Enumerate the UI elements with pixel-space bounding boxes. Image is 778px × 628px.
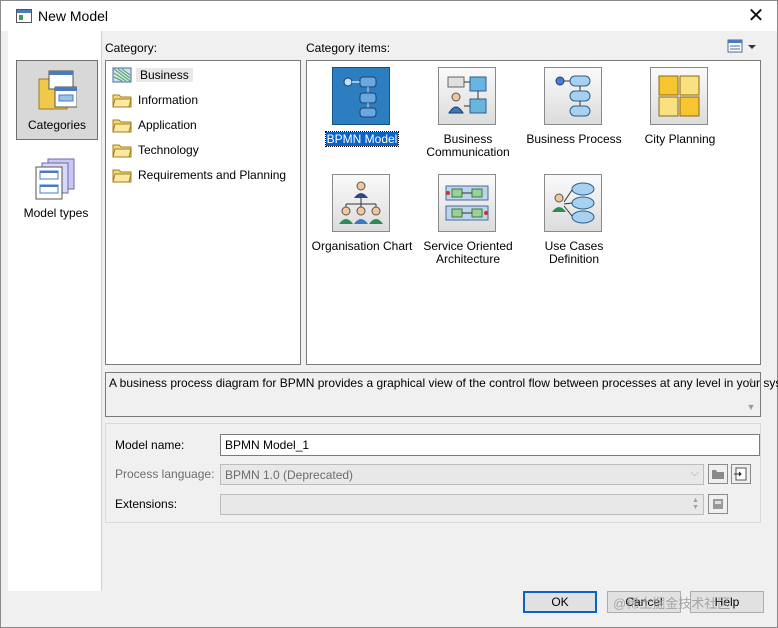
category-items-panel: BPMN Model Business Communication Busine… [306, 60, 761, 365]
description-text: A business process diagram for BPMN prov… [109, 376, 778, 390]
scroll-down-icon[interactable]: ▼ [744, 402, 758, 412]
nav-label-categories: Categories [27, 118, 87, 132]
extensions-field[interactable]: ▲ ▼ [220, 494, 704, 515]
close-icon: ✕ [747, 5, 765, 27]
nav-item-categories[interactable]: Categories [16, 60, 98, 140]
category-item-requirements-and-planning[interactable]: Requirements and Planning [110, 164, 298, 186]
item-name: Service Oriented Architecture [423, 239, 513, 266]
process-language-value: BPMN 1.0 (Deprecated) [225, 468, 354, 482]
category-list: Business Information Application Technol… [105, 60, 301, 365]
folder-icon [112, 144, 132, 158]
model-form: Model name: Process language: BPMN 1.0 (… [105, 423, 761, 523]
bpmn-model-icon [332, 67, 390, 125]
category-item-technology[interactable]: Technology [110, 139, 298, 161]
view-mode-button[interactable] [727, 39, 759, 55]
category-item-label: Information [138, 93, 199, 107]
category-item-label: Application [138, 118, 197, 132]
app-icon [16, 9, 32, 23]
item-name: BPMN Model [324, 131, 400, 147]
item-name: Business Process [526, 132, 622, 146]
category-items-label: Category items: [306, 41, 391, 55]
category-item-label: Requirements and Planning [138, 168, 287, 182]
item-name: Use Cases Definition [544, 239, 604, 266]
item-organisation-chart[interactable]: Organisation Chart [309, 170, 415, 274]
business-process-icon [544, 67, 602, 125]
business-category-icon [112, 67, 132, 83]
nav-item-model-types[interactable]: Model types [16, 149, 96, 227]
categories-icon [38, 70, 77, 110]
chevron-down-icon: ⌵ [690, 467, 699, 479]
category-item-business[interactable]: Business [110, 64, 298, 86]
process-language-label: Process language: [115, 467, 215, 481]
organisation-chart-icon [332, 174, 390, 232]
ok-button[interactable]: OK [523, 591, 597, 613]
item-name: Organisation Chart [311, 239, 413, 253]
new-model-dialog: New Model ✕ Categories Model types Categ… [0, 0, 778, 628]
city-planning-icon [650, 67, 708, 125]
item-use-cases-definition[interactable]: Use Cases Definition [521, 170, 627, 274]
item-name: Business Communication [426, 132, 510, 159]
description-scrollbar[interactable]: ▲ ▼ [744, 375, 758, 414]
extensions-label: Extensions: [115, 497, 178, 511]
browse-language-button[interactable] [708, 464, 728, 484]
properties-icon [734, 467, 747, 481]
folder-icon [112, 94, 132, 108]
process-language-select[interactable]: BPMN 1.0 (Deprecated) ⌵ [220, 464, 704, 485]
item-bpmn-model[interactable]: BPMN Model [309, 63, 415, 167]
model-types-icon [35, 158, 75, 200]
model-name-label: Model name: [115, 438, 185, 452]
category-label: Category: [105, 41, 158, 55]
item-service-oriented-architecture[interactable]: Service Oriented Architecture [415, 170, 521, 274]
folder-icon [712, 470, 724, 479]
language-properties-button[interactable] [731, 464, 751, 484]
item-business-process[interactable]: Business Process [521, 63, 627, 167]
item-city-planning[interactable]: City Planning [627, 63, 733, 167]
category-item-information[interactable]: Information [110, 89, 298, 111]
list-view-icon [727, 39, 756, 53]
folder-icon [112, 119, 132, 133]
category-item-application[interactable]: Application [110, 114, 298, 136]
extensions-icon [713, 499, 723, 509]
close-button[interactable]: ✕ [743, 3, 769, 29]
nav-label-model-types: Model types [23, 206, 89, 220]
item-name: City Planning [644, 132, 716, 146]
category-item-label: Technology [138, 143, 199, 157]
left-nav: Categories Model types [8, 31, 102, 591]
folder-icon [112, 169, 132, 183]
use-cases-definition-icon [544, 174, 602, 232]
service-oriented-architecture-icon [438, 174, 496, 232]
description-box[interactable]: A business process diagram for BPMN prov… [105, 372, 778, 417]
scroll-up-icon[interactable]: ▲ [744, 375, 758, 385]
item-business-communication[interactable]: Business Communication [415, 63, 521, 167]
title-bar: New Model ✕ [1, 1, 777, 31]
watermark: @稀土掘金技术社区 [613, 596, 731, 611]
extensions-spinner[interactable]: ▲ ▼ [691, 497, 700, 511]
model-name-input[interactable] [220, 434, 760, 456]
window-title: New Model [38, 8, 109, 24]
extensions-button[interactable] [708, 494, 728, 514]
business-communication-icon [438, 67, 496, 125]
category-item-label: Business [136, 68, 193, 82]
